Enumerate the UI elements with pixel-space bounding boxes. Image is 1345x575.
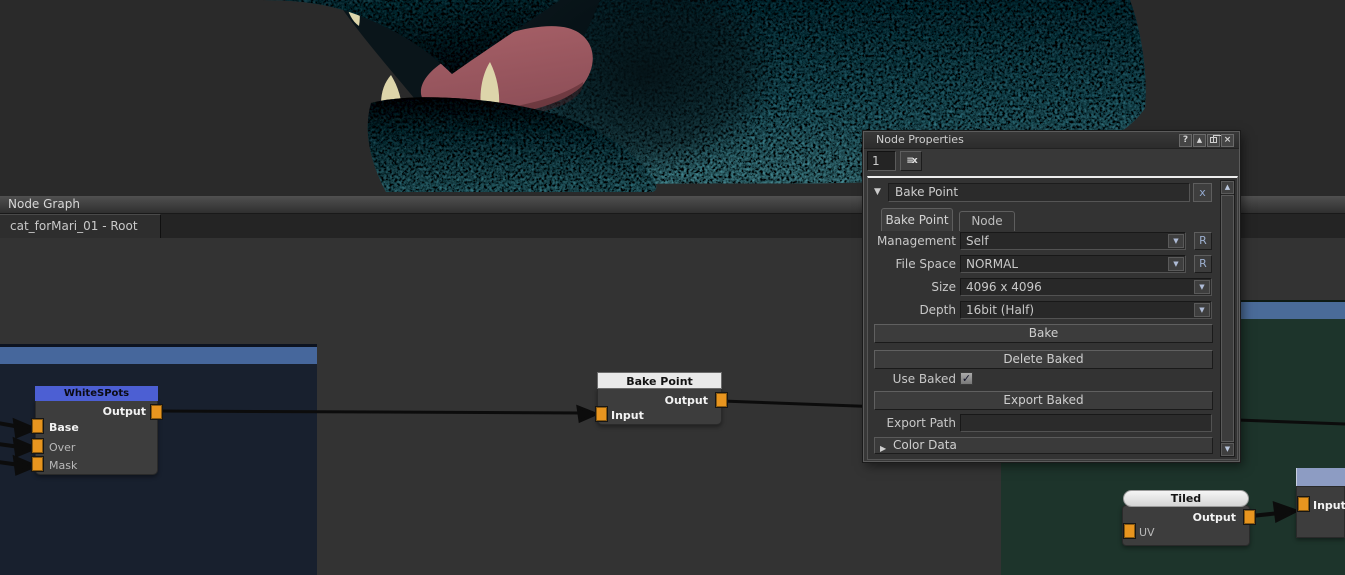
dialog-title: Node Properties xyxy=(876,133,964,146)
scroll-down-icon[interactable]: ▼ xyxy=(1221,443,1234,456)
management-label: Management xyxy=(872,234,956,248)
management-reset-button[interactable]: R xyxy=(1194,232,1212,250)
input-port[interactable] xyxy=(596,407,607,421)
close-icon[interactable]: × xyxy=(1221,134,1234,147)
output-port[interactable] xyxy=(716,393,727,407)
depth-row: Depth 16bit (Half) ▼ xyxy=(872,301,1214,321)
depth-dropdown[interactable]: 16bit (Half) ▼ xyxy=(960,301,1212,319)
port-label-input: Input xyxy=(611,409,644,422)
node-graph-tab[interactable]: cat_forMari_01 - Root xyxy=(0,214,161,238)
dropdown-arrow-icon[interactable]: ▼ xyxy=(1194,280,1210,294)
clear-properties-button[interactable]: ≡x xyxy=(900,151,922,171)
dropdown-arrow-icon[interactable]: ▼ xyxy=(1168,234,1184,248)
clear-icon: ≡x xyxy=(906,156,915,166)
size-row: Size 4096 x 4096 ▼ xyxy=(872,278,1214,298)
node-tiled[interactable]: Tiled Output UV xyxy=(1122,490,1250,546)
file-space-dropdown[interactable]: NORMAL ▼ xyxy=(960,255,1186,273)
file-space-row: File Space NORMAL ▼ R xyxy=(872,255,1214,275)
port-label-output: Output xyxy=(1193,511,1236,524)
port-label-output: Output xyxy=(103,405,146,418)
base-input-port[interactable] xyxy=(32,419,43,433)
help-icon[interactable]: ? xyxy=(1179,134,1192,147)
restore-icon[interactable] xyxy=(1207,134,1220,147)
node-graph-tab-label: cat_forMari_01 - Root xyxy=(10,219,138,233)
uv-input-port[interactable] xyxy=(1124,524,1135,538)
output-port[interactable] xyxy=(151,405,162,419)
expand-icon: ▶ xyxy=(880,441,886,456)
node-input-partial-body[interactable] xyxy=(1296,486,1345,538)
management-dropdown[interactable]: Self ▼ xyxy=(960,232,1186,250)
bake-button[interactable]: Bake xyxy=(874,324,1213,343)
export-path-row: Export Path xyxy=(872,414,1214,434)
section-close-button[interactable]: x xyxy=(1193,183,1212,202)
backdrop-navy-header[interactable] xyxy=(0,347,317,364)
dialog-titlebar[interactable]: Node Properties ? ▲ × xyxy=(864,132,1239,149)
file-space-reset-button[interactable]: R xyxy=(1194,255,1212,273)
node-input-partial[interactable]: Input xyxy=(1296,468,1345,538)
dropdown-arrow-icon[interactable]: ▼ xyxy=(1194,303,1210,317)
output-port[interactable] xyxy=(1244,510,1255,524)
use-baked-row: Use Baked ✓ xyxy=(872,372,1214,388)
management-row: Management Self ▼ R xyxy=(872,232,1214,252)
detach-icon[interactable]: ▲ xyxy=(1193,134,1206,147)
size-dropdown[interactable]: 4096 x 4096 ▼ xyxy=(960,278,1212,296)
dropdown-arrow-icon[interactable]: ▼ xyxy=(1168,257,1184,271)
properties-frame: ▼ Bake Point x Node Bake Point Managemen… xyxy=(867,176,1238,460)
use-baked-checkbox[interactable]: ✓ xyxy=(960,372,973,385)
input-port[interactable] xyxy=(1298,497,1309,511)
node-whitespots[interactable]: WhiteSPots Output Base Over Mask xyxy=(35,386,158,475)
port-label-mask: Mask xyxy=(49,459,77,472)
export-baked-button[interactable]: Export Baked xyxy=(874,391,1213,410)
port-label-output: Output xyxy=(665,394,708,407)
node-bake-point[interactable]: Bake Point Output Input xyxy=(597,372,722,425)
section-title: Bake Point xyxy=(895,185,958,199)
export-path-field[interactable] xyxy=(960,414,1212,432)
node-input-partial-header[interactable] xyxy=(1296,468,1345,486)
node-whitespots-header[interactable]: WhiteSPots xyxy=(35,386,158,401)
node-properties-dialog[interactable]: Node Properties ? ▲ × ≡x ▼ Bake Point x … xyxy=(863,131,1240,462)
port-label-input: Input xyxy=(1313,499,1345,512)
bake-point-section-header[interactable]: ▼ Bake Point x xyxy=(872,183,1214,203)
node-graph-title: Node Graph xyxy=(8,197,80,211)
tab-bake-point[interactable]: Bake Point xyxy=(881,208,953,231)
depth-label: Depth xyxy=(872,303,956,317)
tab-node[interactable]: Node xyxy=(959,211,1015,231)
port-label-over: Over xyxy=(49,441,75,454)
export-path-input[interactable] xyxy=(961,415,1211,431)
scrollbar-thumb[interactable] xyxy=(1221,195,1234,442)
check-icon: ✓ xyxy=(962,372,971,385)
export-path-label: Export Path xyxy=(872,416,956,430)
node-bake-point-header[interactable]: Bake Point xyxy=(597,372,722,389)
instance-count-input[interactable] xyxy=(867,151,896,171)
delete-baked-button[interactable]: Delete Baked xyxy=(874,350,1213,369)
color-data-section-header[interactable]: ▶ Color Data xyxy=(874,437,1213,454)
over-input-port[interactable] xyxy=(32,439,43,453)
node-tiled-header[interactable]: Tiled xyxy=(1123,490,1249,507)
properties-scrollbar[interactable]: ▲ ▼ xyxy=(1220,180,1235,457)
size-label: Size xyxy=(872,280,956,294)
port-label-uv: UV xyxy=(1139,526,1155,539)
color-data-label: Color Data xyxy=(893,438,957,452)
port-label-base: Base xyxy=(49,421,79,434)
use-baked-label: Use Baked xyxy=(872,372,956,386)
section-title-field[interactable]: Bake Point xyxy=(888,183,1190,202)
file-space-label: File Space xyxy=(872,257,956,271)
collapse-icon[interactable]: ▼ xyxy=(874,187,881,197)
scroll-up-icon[interactable]: ▲ xyxy=(1221,181,1234,194)
mask-input-port[interactable] xyxy=(32,457,43,471)
